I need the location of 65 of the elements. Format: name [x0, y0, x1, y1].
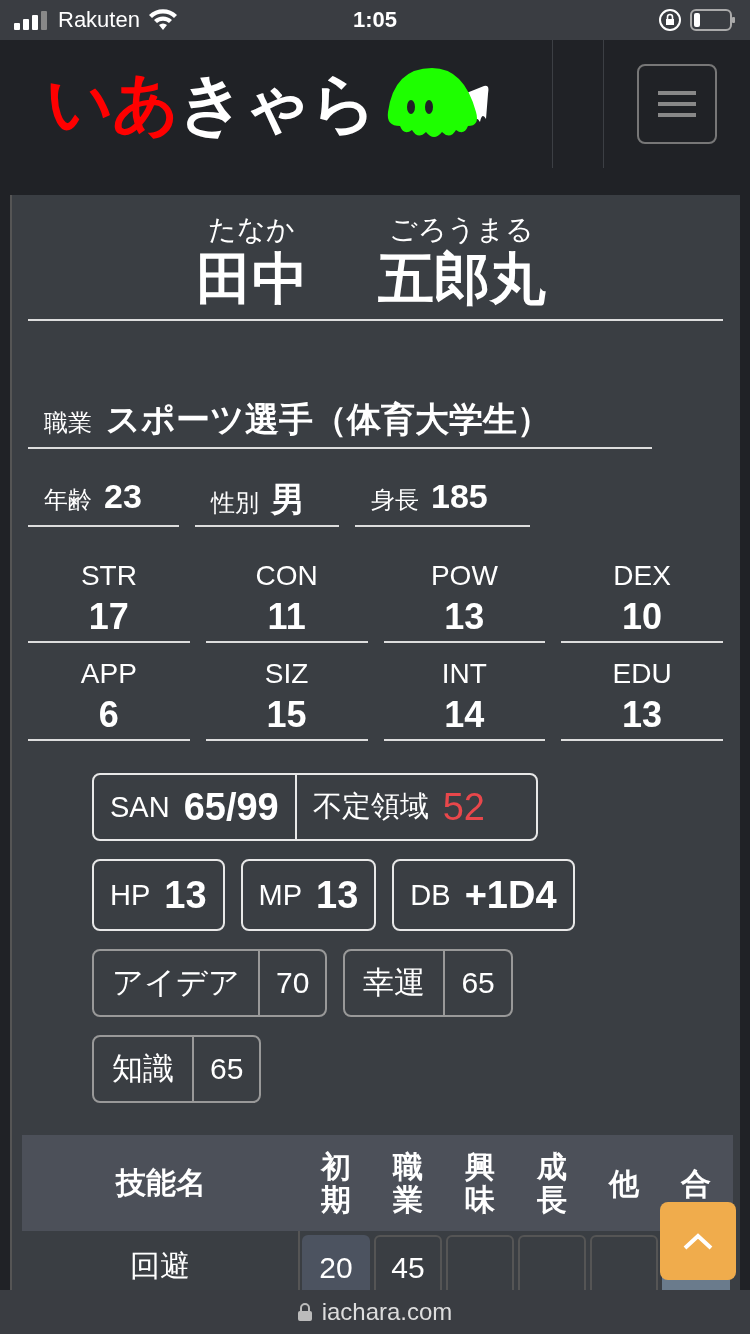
menu-icon [658, 91, 696, 117]
column-header: 他 [607, 1166, 640, 1200]
rotation-lock-icon [658, 8, 682, 32]
name-reading: ごろうまる [389, 213, 534, 247]
name-reading: たなか [208, 213, 295, 247]
character-name: 五郎丸 [377, 247, 546, 311]
field-value: 男 [271, 479, 305, 520]
field-value: 185 [431, 477, 488, 516]
occupation-value: スポーツ選手（体育大学生） [106, 399, 551, 440]
roll-label: 幸運 [345, 951, 446, 1015]
field-label: 性別 [211, 488, 259, 518]
stat-value: 11 [267, 595, 306, 639]
battery-icon [690, 8, 736, 32]
stat-value: 14 [444, 693, 485, 737]
site-logo[interactable]: いあ きゃら [46, 59, 376, 149]
derived-value: 13 [316, 873, 359, 917]
column-header: 成長 [536, 1150, 568, 1216]
field-value: 23 [104, 477, 142, 516]
column-header: 技能名 [114, 1164, 207, 1201]
clock-time: 1:05 [352, 7, 397, 33]
carrier-name: Rakuten [58, 7, 140, 33]
url-text[interactable]: iachara.com [321, 1298, 453, 1326]
roll-label: アイデア [94, 951, 260, 1015]
sanity-label: SAN [110, 790, 170, 824]
roll-value: 70 [275, 966, 311, 1000]
derived-label: DB [410, 878, 451, 912]
column-header: 興味 [464, 1150, 496, 1216]
indefinite-value: 52 [442, 785, 485, 829]
roll-value: 65 [209, 1052, 245, 1086]
scroll-top-button[interactable] [660, 1202, 736, 1280]
stat-value: 13 [622, 693, 663, 737]
chevron-up-icon [682, 1232, 714, 1250]
menu-button[interactable] [637, 64, 717, 144]
column-header: 職業 [391, 1150, 424, 1216]
field-label: 年齢 [44, 485, 92, 515]
stat-value: 10 [622, 595, 663, 639]
roll-label: 知識 [94, 1037, 194, 1101]
stat-label: INT [441, 657, 487, 691]
column-header: 合 [679, 1166, 712, 1200]
indefinite-label: 不定領域 [312, 789, 429, 824]
stat-label: POW [430, 559, 498, 593]
stat-value: 17 [88, 595, 129, 639]
stat-value: 6 [98, 693, 119, 737]
wifi-icon [147, 9, 178, 31]
stat-value: 15 [266, 693, 307, 737]
stat-label: SIZ [264, 657, 309, 691]
stat-value: 13 [444, 595, 485, 639]
stat-label: EDU [612, 657, 672, 691]
signal-icon [14, 10, 50, 30]
stat-label: CON [255, 559, 318, 593]
character-name: 田中 [195, 247, 308, 311]
derived-label: HP [110, 878, 151, 912]
stat-label: DEX [613, 559, 671, 593]
derived-value: +1D4 [464, 873, 557, 917]
column-header: 初期 [319, 1150, 352, 1216]
derived-label: MP [258, 878, 303, 912]
lock-icon [297, 1303, 312, 1321]
sanity-value: 65/99 [183, 785, 279, 829]
derived-value: 13 [164, 873, 207, 917]
stat-label: APP [80, 657, 137, 691]
roll-value: 65 [460, 966, 496, 1000]
base-value: 20 [302, 1235, 370, 1290]
field-label: 身長 [371, 485, 419, 515]
field-label: 職業 [44, 408, 92, 438]
stat-label: STR [80, 559, 137, 593]
